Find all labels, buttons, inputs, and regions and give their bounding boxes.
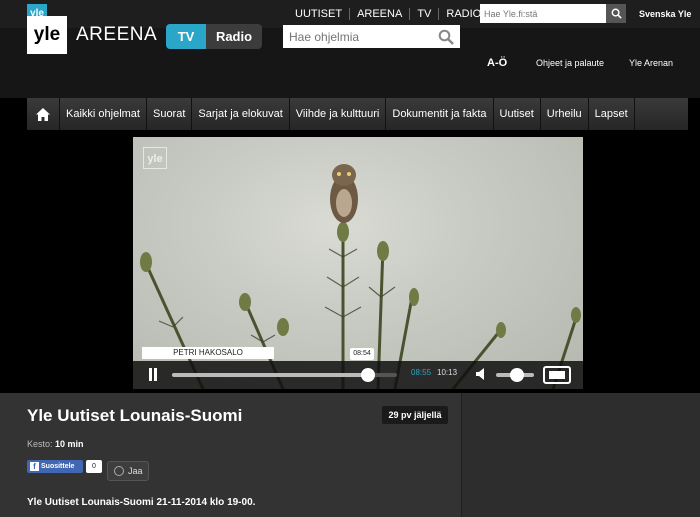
nav-item-kaikki-ohjelmat[interactable]: Kaikki ohjelmat: [60, 98, 147, 130]
pause-button[interactable]: [148, 368, 158, 381]
yle-watermark: yle: [143, 147, 167, 169]
top-nav-tv[interactable]: TV: [410, 8, 438, 20]
toggle-tv[interactable]: TV: [166, 24, 206, 49]
photographer-credit: PETRI HAKOSALO: [142, 347, 274, 359]
a-o-link[interactable]: A-Ö: [487, 28, 507, 98]
program-title: Yle Uutiset Lounais-Suomi: [27, 406, 243, 425]
category-nav: Kaikki ohjelmat Suorat Sarjat ja elokuva…: [27, 98, 688, 130]
total-time: 10:13: [437, 368, 458, 377]
top-nav-areena[interactable]: AREENA: [350, 8, 409, 20]
facebook-icon: f: [30, 462, 39, 471]
nav-item-urheilu[interactable]: Urheilu: [541, 98, 589, 130]
nav-item-viihde-ja-kulttuuri[interactable]: Viihde ja kulttuuri: [290, 98, 387, 130]
yle-arenan-link[interactable]: Yle Arenan: [629, 28, 673, 98]
home-button[interactable]: [27, 98, 60, 130]
fullscreen-button[interactable]: [543, 366, 571, 384]
nav-item-suorat[interactable]: Suorat: [147, 98, 193, 130]
home-icon: [36, 107, 50, 121]
search-icon: [611, 8, 622, 19]
facebook-count: 0: [86, 460, 102, 473]
duration-label: Kesto:: [27, 439, 53, 449]
share-label: Jaa: [128, 466, 143, 476]
svenska-yle-link[interactable]: Svenska Yle: [639, 0, 691, 28]
current-time: 08:55: [411, 368, 432, 377]
seek-bar-progress: [172, 373, 369, 377]
nav-item-uutiset[interactable]: Uutiset: [494, 98, 541, 130]
volume-icon[interactable]: [475, 367, 489, 381]
duration: Kesto: 10 min: [27, 439, 84, 449]
top-search-button[interactable]: [606, 4, 626, 23]
tv-radio-toggle: TV Radio: [166, 24, 262, 49]
volume-handle[interactable]: [509, 368, 524, 382]
facebook-recommend-button[interactable]: f Suosittele: [27, 460, 83, 473]
days-left-badge: 29 pv jäljellä: [382, 406, 448, 424]
search-icon[interactable]: [438, 29, 454, 45]
yle-logo[interactable]: yle: [27, 16, 67, 54]
top-nav: UUTISET AREENA TV RADIO: [288, 0, 488, 28]
program-search-input[interactable]: [283, 25, 460, 48]
facebook-recommend-label: Suosittele: [41, 463, 75, 470]
duration-value: 10 min: [55, 439, 84, 449]
share-icon: [114, 466, 124, 476]
yle-search-input[interactable]: [480, 4, 607, 23]
share-button[interactable]: Jaa: [107, 461, 149, 481]
seek-time-tooltip: 08:54: [350, 348, 374, 360]
top-nav-uutiset[interactable]: UUTISET: [288, 8, 349, 20]
toggle-radio[interactable]: Radio: [206, 24, 262, 49]
nav-item-sarjat-ja-elokuvat[interactable]: Sarjat ja elokuvat: [192, 98, 290, 130]
help-feedback-link[interactable]: Ohjeet ja palaute: [536, 28, 604, 98]
program-description: Yle Uutiset Lounais-Suomi 21-11-2014 klo…: [27, 497, 256, 508]
nav-item-dokumentit-ja-fakta[interactable]: Dokumentit ja fakta: [386, 98, 494, 130]
nav-item-lapset[interactable]: Lapset: [589, 98, 635, 130]
areena-title[interactable]: AREENA: [76, 24, 157, 46]
